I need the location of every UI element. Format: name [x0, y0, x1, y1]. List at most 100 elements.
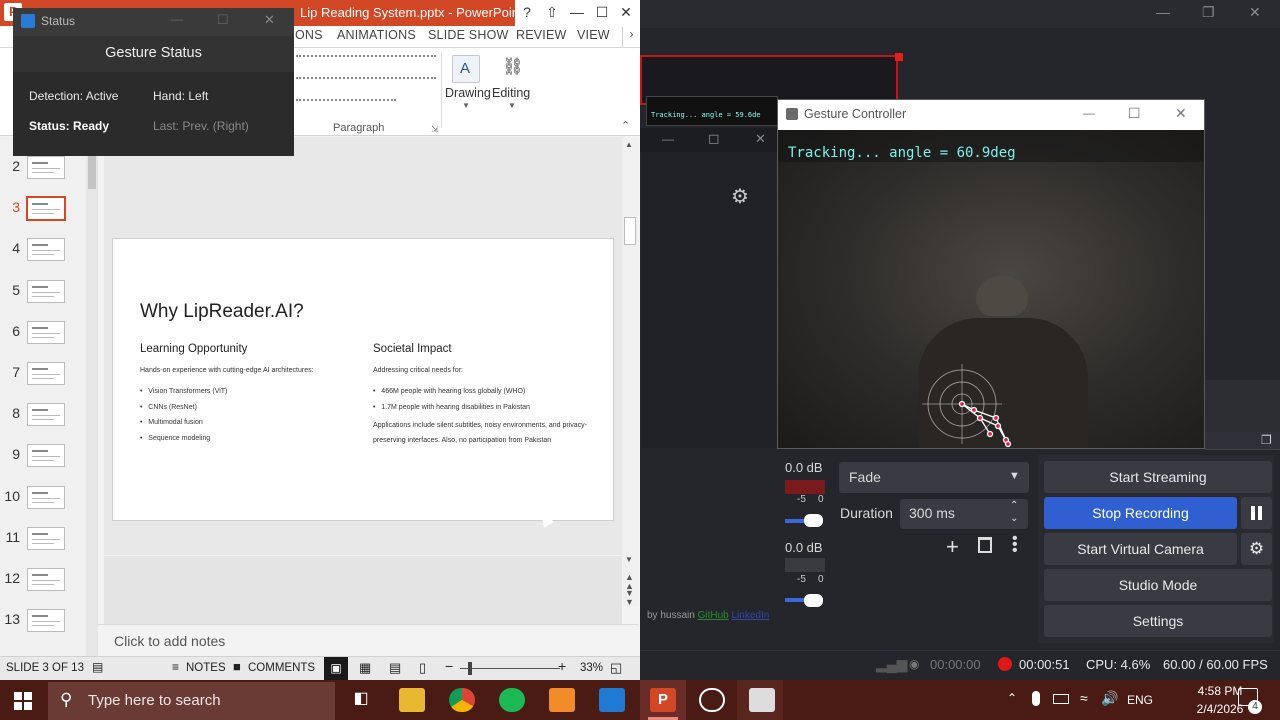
windows-start-icon[interactable]	[14, 692, 32, 710]
restore-icon[interactable]: ❐	[1202, 4, 1215, 21]
notes-button[interactable]: NOTES	[186, 662, 226, 674]
right-heading[interactable]: Societal Impact	[373, 343, 452, 355]
slide-title[interactable]: Why LipReader.AI?	[140, 301, 304, 323]
slide-thumbnail[interactable]	[27, 403, 65, 427]
sublime-text-icon[interactable]	[549, 688, 575, 712]
slide-thumbnail[interactable]	[27, 444, 65, 468]
minimize-icon[interactable]: —	[171, 12, 183, 26]
right-paragraph[interactable]: Applications include silent subtitles, n…	[373, 419, 588, 449]
close-icon[interactable]: ✕	[1175, 105, 1187, 122]
settings-button[interactable]: Settings	[1044, 605, 1272, 637]
scroll-down-icon[interactable]: ▼	[625, 555, 633, 564]
close-icon[interactable]: ✕	[614, 4, 638, 21]
volume-handle-1[interactable]	[804, 514, 823, 527]
left-heading[interactable]: Learning Opportunity	[140, 343, 247, 355]
zoom-level[interactable]: 33%	[580, 662, 603, 674]
left-bullets[interactable]: • Vision Transformers (ViT) • CNNs (ResN…	[140, 384, 227, 446]
zoom-out-icon[interactable]: −	[445, 658, 453, 674]
slide-thumbnail[interactable]	[27, 485, 65, 509]
slide-scrollbar[interactable]: ▲ ▼ ▲ ▲ ▼ ▼	[622, 137, 638, 607]
comments-button[interactable]: COMMENTS	[248, 662, 315, 674]
tab-transitions[interactable]: ONS	[295, 28, 323, 42]
volume-handle-2[interactable]	[804, 594, 823, 607]
reading-view-icon[interactable]: ▤	[389, 660, 401, 676]
slide-thumbnail[interactable]	[27, 568, 65, 591]
powerpoint-icon[interactable]: P	[650, 688, 676, 712]
terminal-icon[interactable]	[749, 688, 775, 712]
maximize-icon[interactable]: ☐	[217, 12, 229, 28]
normal-view-icon[interactable]: ▣	[324, 657, 348, 680]
github-link[interactable]: GitHub	[698, 610, 729, 621]
duration-spinbox[interactable]: 300 ms ⌃ ⌄	[900, 499, 1028, 529]
close-icon[interactable]: ✕	[264, 12, 275, 28]
tab-view[interactable]: VIEW	[577, 28, 610, 42]
help-icon[interactable]: ?	[515, 4, 539, 20]
tray-chevron-up-icon[interactable]: ⌃	[1007, 691, 1017, 705]
spellcheck-icon[interactable]: ▤	[92, 660, 103, 674]
add-transition-icon[interactable]: +	[946, 534, 959, 560]
tab-animations[interactable]: ANIMATIONS	[337, 28, 416, 42]
dialog-launcher-icon[interactable]: ⇲	[431, 124, 439, 135]
zoom-slider-thumb[interactable]	[468, 662, 472, 675]
maximize-icon[interactable]: ☐	[1128, 105, 1141, 122]
fit-to-window-icon[interactable]: ◱	[610, 660, 622, 676]
start-streaming-button[interactable]: Start Streaming	[1044, 461, 1272, 493]
studio-mode-button[interactable]: Studio Mode	[1044, 569, 1272, 601]
wifi-icon[interactable]: ≈	[1080, 690, 1088, 706]
drawing-button[interactable]: Drawing	[445, 86, 491, 100]
slide-thumbnail[interactable]	[27, 362, 65, 385]
microphone-icon[interactable]	[1032, 691, 1040, 706]
undock-icon[interactable]: ❐	[1261, 433, 1272, 447]
slide-thumbnail[interactable]	[27, 156, 65, 179]
linkedin-link[interactable]: LinkedIn	[732, 610, 770, 621]
language-indicator[interactable]: ENG	[1127, 693, 1153, 707]
spotify-icon[interactable]	[499, 688, 525, 712]
spin-up-icon[interactable]: ⌃	[1010, 500, 1018, 511]
source-handle[interactable]	[895, 53, 903, 61]
slide-sorter-icon[interactable]: ▦	[359, 660, 371, 676]
thumbs-scrollbar[interactable]	[86, 137, 98, 657]
settings-gear-icon[interactable]: ⚙	[731, 184, 749, 209]
binoculars-icon[interactable]: ⛓	[498, 55, 526, 83]
taskbar-search-box[interactable]: ⚲ Type here to search	[48, 682, 335, 720]
spin-down-icon[interactable]: ⌄	[1010, 513, 1018, 524]
minimize-icon[interactable]: —	[1083, 106, 1095, 120]
notes-placeholder[interactable]: Click to add notes	[114, 633, 225, 649]
slide-thumbnail[interactable]	[27, 320, 65, 344]
notes-pane[interactable]: Click to add notes	[98, 624, 638, 656]
more-options-icon[interactable]: • • •	[1012, 531, 1018, 559]
next-slide-icon[interactable]: ▼ ▼	[625, 589, 634, 607]
virtual-camera-settings-gear-icon[interactable]: ⚙	[1241, 533, 1272, 565]
pause-recording-button[interactable]	[1241, 497, 1272, 529]
drawing-dropdown-icon[interactable]: ▼	[462, 101, 470, 110]
battery-icon[interactable]	[1053, 694, 1069, 704]
speaker-icon[interactable]: 🔊	[1101, 690, 1118, 707]
collapse-ribbon-icon[interactable]: ⌃	[621, 119, 630, 132]
drawing-shapes-icon[interactable]: A	[452, 55, 480, 83]
file-explorer-icon[interactable]	[399, 688, 425, 712]
zoom-in-icon[interactable]: +	[558, 658, 566, 674]
scroll-thumb[interactable]	[624, 217, 636, 245]
slideshow-icon[interactable]: ▯	[419, 660, 426, 676]
ribbon-display-icon[interactable]: ⇧	[540, 4, 564, 21]
right-bullets[interactable]: • 466M people with hearing loss globally…	[373, 384, 530, 415]
start-virtual-camera-button[interactable]: Start Virtual Camera	[1044, 533, 1237, 565]
vscode-icon[interactable]	[599, 688, 625, 712]
tab-slide-show[interactable]: SLIDE SHOW	[428, 28, 509, 42]
stop-recording-button[interactable]: Stop Recording	[1044, 497, 1237, 529]
minimize-icon[interactable]: —	[1156, 4, 1170, 20]
editing-dropdown-icon[interactable]: ▼	[508, 101, 516, 110]
current-slide[interactable]: Why LipReader.AI? Learning Opportunity H…	[112, 238, 614, 521]
right-intro[interactable]: Addressing critical needs for:	[373, 367, 463, 374]
slide-thumbnail[interactable]	[27, 279, 65, 303]
left-intro[interactable]: Hands-on experience with cutting-edge AI…	[140, 367, 314, 374]
zoom-slider[interactable]	[460, 668, 560, 669]
slide-thumbnail[interactable]	[27, 609, 65, 633]
slide-thumbnail[interactable]	[26, 196, 66, 222]
slide-thumbnail[interactable]	[27, 238, 65, 262]
maximize-icon[interactable]: ☐	[590, 4, 614, 21]
obs-icon[interactable]	[699, 688, 725, 712]
editing-button[interactable]: Editing	[492, 86, 530, 100]
notes-icon[interactable]: ≡	[172, 660, 179, 674]
close-icon[interactable]: ✕	[1249, 4, 1261, 21]
